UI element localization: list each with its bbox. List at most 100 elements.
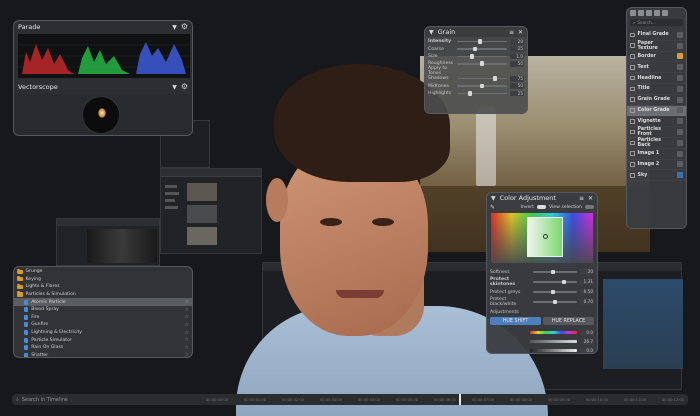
color-adjust-slider[interactable]	[533, 299, 577, 305]
visibility-checkbox[interactable]	[630, 75, 635, 81]
visibility-checkbox[interactable]	[630, 119, 635, 124]
color-adjust-value[interactable]: 0.50	[580, 289, 594, 295]
visibility-checkbox[interactable]	[630, 43, 635, 48]
timecode-ruler[interactable]: 00:00:00:00 00:00:01:00 00:00:02:00 00:00:0…	[202, 398, 688, 402]
favorite-star-icon[interactable]: ☆	[185, 314, 189, 320]
effects-folder[interactable]: Particles & Simulation	[14, 291, 192, 299]
effects-folder[interactable]: Grunge	[14, 268, 192, 276]
grain-param-value[interactable]: 1.0	[510, 53, 524, 60]
effects-item[interactable]: Shatter ☆	[14, 352, 192, 357]
hue-gradient-slider[interactable]	[530, 340, 577, 344]
favorite-star-icon[interactable]: ☆	[185, 337, 189, 343]
favorite-star-icon[interactable]: ☆	[185, 330, 189, 336]
visibility-checkbox[interactable]	[630, 65, 635, 70]
visibility-checkbox[interactable]	[630, 32, 635, 38]
visibility-checkbox[interactable]	[630, 86, 635, 92]
hue-gradient-slider[interactable]	[530, 331, 577, 335]
color-adjust-value[interactable]: 1.31	[580, 279, 594, 285]
node-list-item[interactable]: Particles Back	[627, 138, 686, 149]
color-adjust-value[interactable]: 20	[580, 269, 594, 275]
hue-gradient-slider[interactable]	[530, 349, 577, 353]
effects-item[interactable]: Particle Simulator ☆	[14, 336, 192, 344]
visibility-checkbox[interactable]	[630, 140, 635, 146]
grain-param-slider[interactable]	[457, 61, 507, 67]
effects-item[interactable]: Rain On Glass ☆	[14, 344, 192, 352]
visibility-checkbox[interactable]	[630, 173, 635, 178]
effects-item[interactable]: Lightning & Electricity ☆	[14, 329, 192, 337]
hue-output-value[interactable]: 0.0	[580, 347, 594, 353]
node-search-field[interactable]: ⌕ Search...	[630, 19, 683, 26]
effects-item[interactable]: Atomic Particle ☆	[14, 298, 192, 306]
effects-item[interactable]: Gunfire ☆	[14, 321, 192, 329]
node-list-item[interactable]: Grain Grade	[627, 95, 686, 106]
grain-param-value[interactable]: 50	[510, 83, 524, 89]
settings-icon[interactable]	[662, 10, 668, 16]
visibility-checkbox[interactable]	[630, 162, 635, 167]
grain-param-slider[interactable]	[457, 76, 507, 82]
dropdown-arrow-icon[interactable]: ▼	[172, 84, 177, 91]
hue-output-value[interactable]: 0.0	[580, 329, 594, 336]
node-list-item[interactable]: Vignette	[627, 116, 686, 128]
node-list-item[interactable]: Headline	[627, 73, 686, 84]
invert-toggle[interactable]	[536, 204, 546, 210]
playhead[interactable]	[459, 394, 461, 405]
effects-item[interactable]: Blood Spray ☆	[14, 306, 192, 314]
grain-param-slider[interactable]	[457, 39, 507, 45]
view-selection-toggle[interactable]	[585, 204, 594, 210]
node-list-item[interactable]: Paper Texture	[627, 41, 686, 52]
grain-param-slider[interactable]	[457, 83, 507, 89]
color-picker-area[interactable]	[491, 213, 593, 263]
effects-item[interactable]: Fire ☆	[14, 314, 192, 322]
grain-param-value[interactable]: 20	[510, 38, 524, 45]
text-icon[interactable]	[638, 10, 644, 16]
node-list-item[interactable]: Color Grade	[627, 105, 686, 117]
effects-folder[interactable]: Keying	[14, 276, 192, 284]
grain-param-slider[interactable]	[457, 54, 507, 59]
node-list-item[interactable]: Sky	[627, 170, 686, 182]
close-icon[interactable]: ✕	[518, 29, 523, 36]
hue-output-value[interactable]: 26.7	[580, 338, 594, 345]
grain-param-value[interactable]: 50	[510, 60, 524, 67]
node-list-item[interactable]: Final Grade	[627, 30, 686, 41]
close-icon[interactable]: ✕	[588, 195, 593, 202]
layers-icon[interactable]	[630, 10, 636, 16]
timeline-search-field[interactable]: ⌕ Search in Timeline	[12, 394, 202, 405]
eyedropper-icon[interactable]: ✎	[490, 204, 495, 211]
favorite-star-icon[interactable]: ☆	[185, 307, 189, 313]
hue-shift-button[interactable]: HUE SHIFT	[490, 317, 541, 326]
color-adjust-slider[interactable]	[533, 289, 577, 295]
favorite-star-icon[interactable]: ☆	[185, 352, 189, 357]
grain-param-slider[interactable]	[457, 91, 507, 96]
color-adjust-slider[interactable]	[533, 269, 577, 275]
shape-icon[interactable]	[646, 10, 652, 16]
grain-param-value[interactable]: 75	[510, 75, 524, 82]
grain-param-value[interactable]: 25	[510, 46, 524, 52]
effects-folder[interactable]: Lights & Flares	[14, 283, 192, 291]
node-list-item[interactable]: Image 1	[627, 149, 686, 160]
favorite-star-icon[interactable]: ☆	[185, 345, 189, 351]
visibility-checkbox[interactable]	[630, 108, 635, 113]
hue-replace-button[interactable]: HUE REPLACE	[543, 317, 594, 326]
hue-selection-box[interactable]	[527, 217, 563, 257]
gear-icon[interactable]: ⚙	[181, 83, 188, 91]
node-list-item[interactable]: Particles Front	[627, 127, 686, 138]
favorite-star-icon[interactable]: ☆	[185, 299, 189, 305]
collapse-icon[interactable]: ▼	[429, 29, 434, 36]
visibility-checkbox[interactable]	[630, 97, 635, 102]
dropdown-arrow-icon[interactable]: ▼	[172, 24, 177, 31]
effect-icon[interactable]	[654, 10, 660, 16]
visibility-checkbox[interactable]	[630, 54, 635, 59]
color-adjust-slider[interactable]	[533, 279, 577, 285]
collapse-icon[interactable]: ▼	[491, 195, 496, 202]
visibility-checkbox[interactable]	[630, 151, 635, 156]
node-list-item[interactable]: Image 2	[627, 160, 686, 171]
favorite-star-icon[interactable]: ☆	[185, 322, 189, 328]
node-list-item[interactable]: Border	[627, 52, 686, 63]
menu-icon[interactable]: ≡	[579, 195, 584, 202]
color-adjust-value[interactable]: 0.70	[580, 299, 594, 305]
visibility-checkbox[interactable]	[630, 129, 635, 135]
node-list-item[interactable]: Title	[627, 84, 686, 95]
grain-param-slider[interactable]	[457, 46, 507, 52]
node-list-item[interactable]: Text	[627, 62, 686, 74]
grain-param-value[interactable]: 25	[510, 90, 524, 97]
